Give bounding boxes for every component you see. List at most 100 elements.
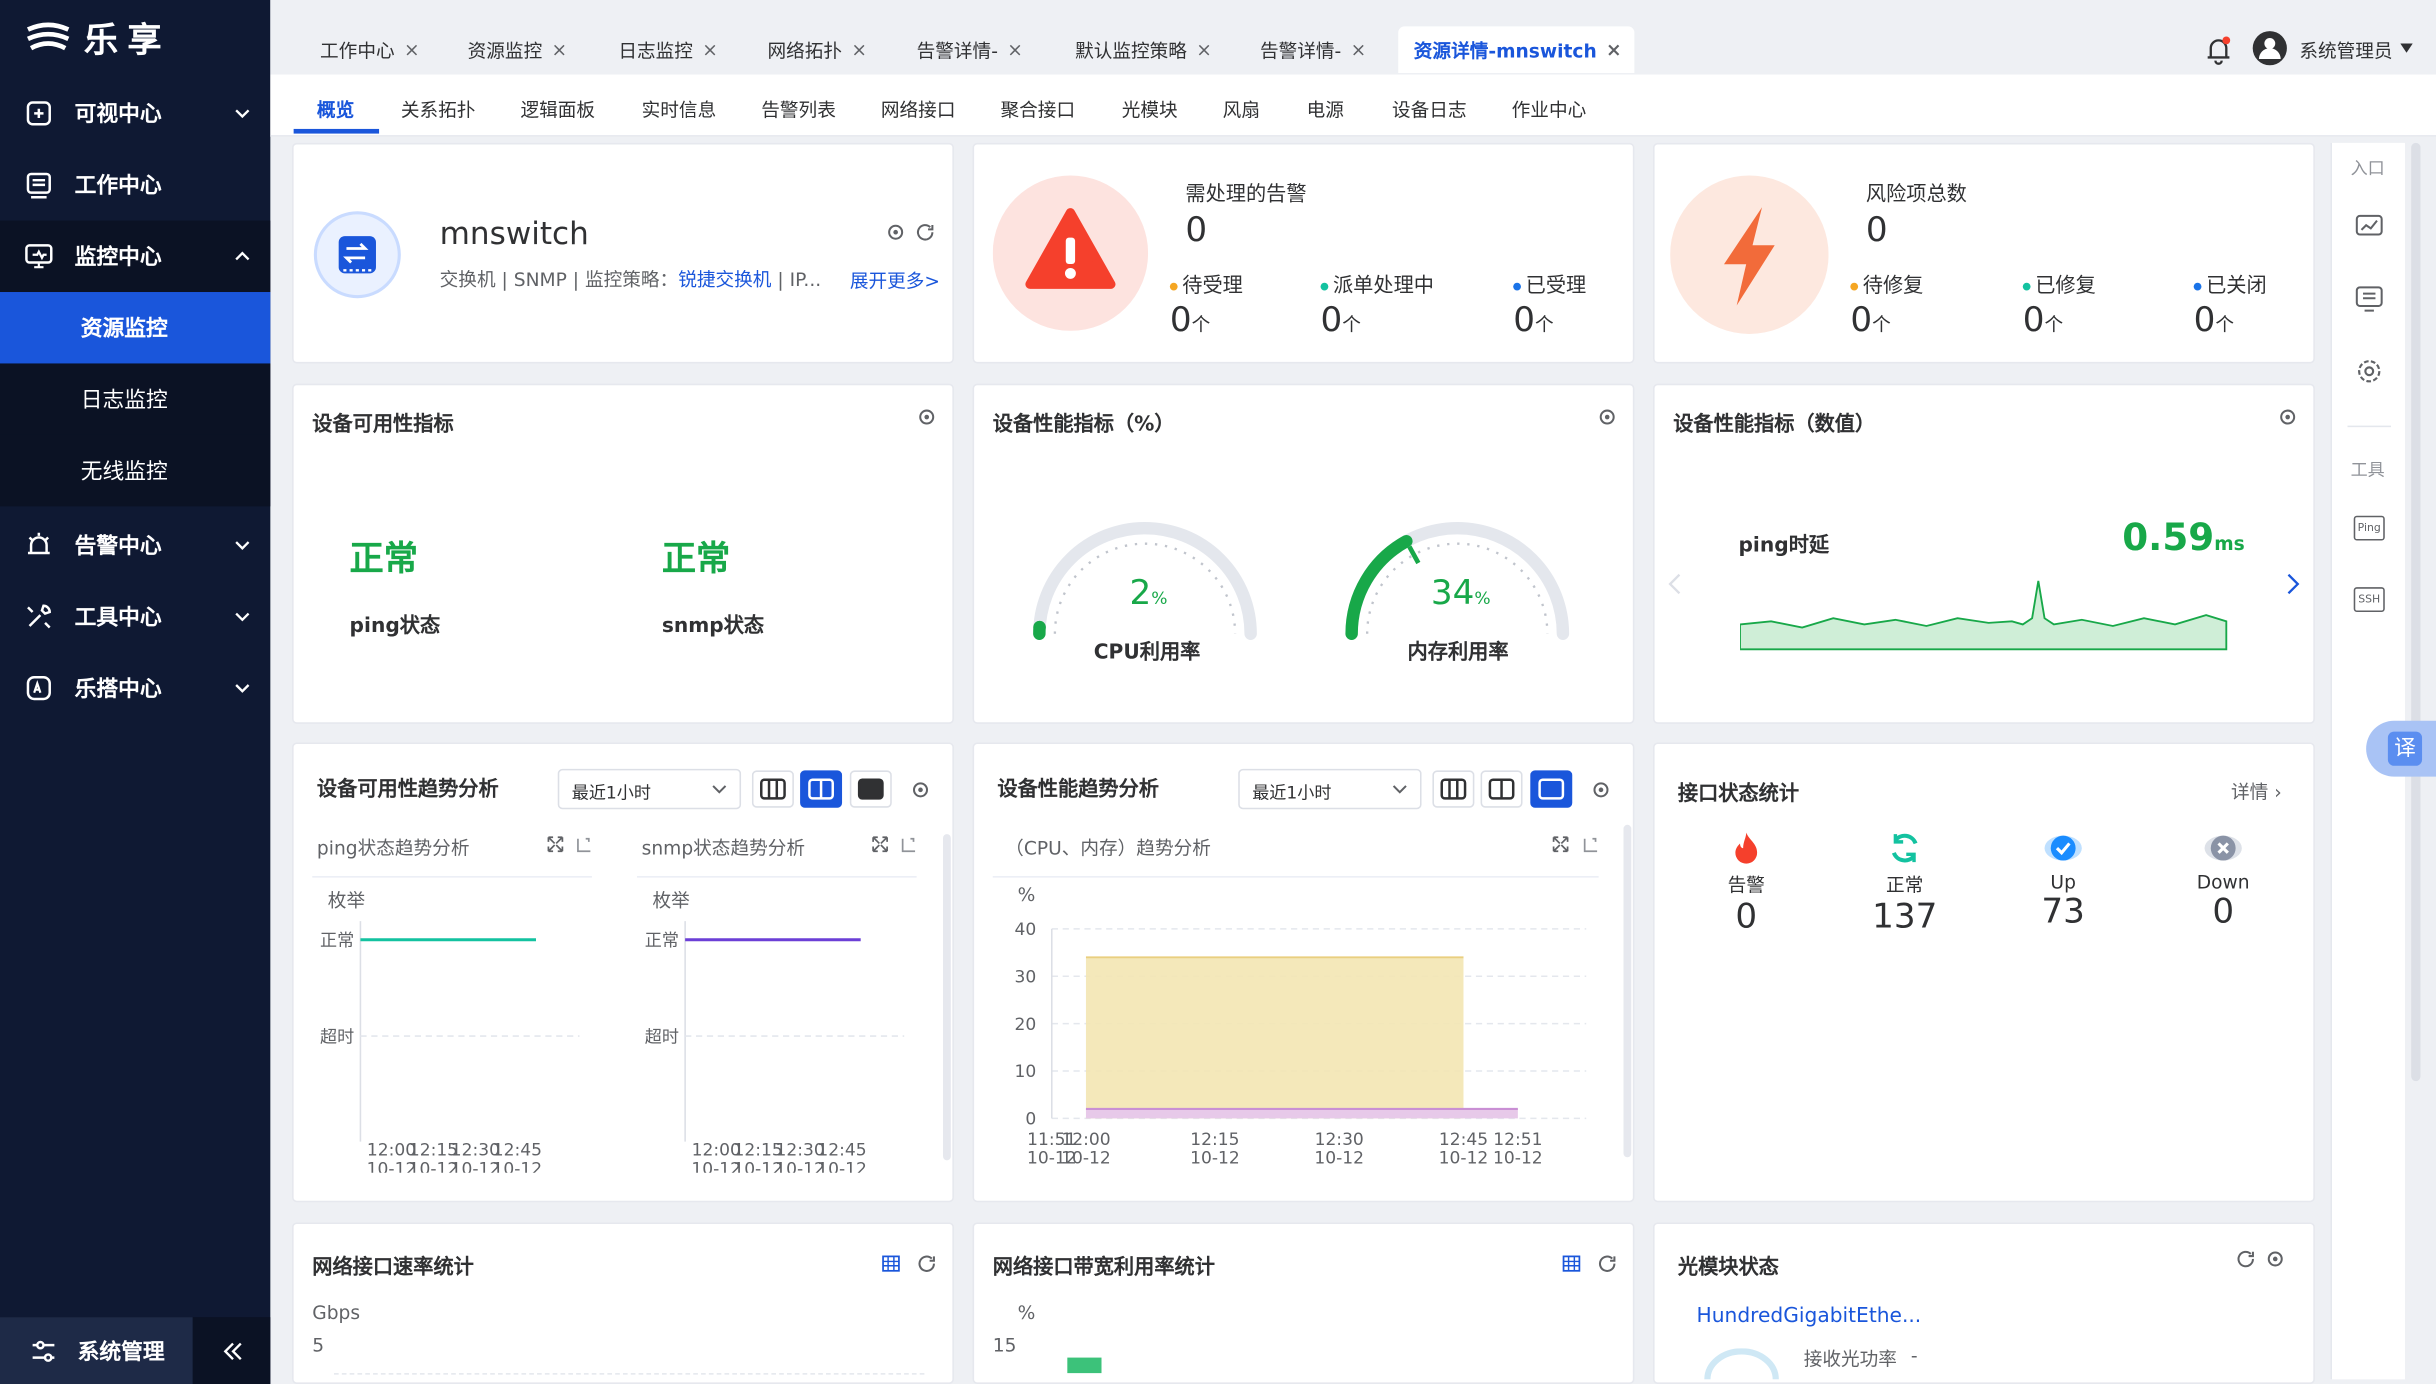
subtab-power[interactable]: 电源: [1307, 96, 1344, 122]
popout-icon[interactable]: [573, 834, 593, 854]
performance-range-select[interactable]: 最近1小时: [1238, 768, 1422, 810]
iface-stat-normal[interactable]: 正常 137: [1861, 831, 1948, 937]
tab-resource-detail[interactable]: 资源详情-mnswitch ×: [1398, 26, 1635, 74]
gear-icon[interactable]: [1591, 780, 1611, 800]
translate-button[interactable]: 译: [2366, 720, 2436, 777]
subtab-aggregate-interface[interactable]: 聚合接口: [1001, 96, 1076, 122]
refresh-icon[interactable]: [917, 1254, 937, 1274]
layout-2col-button[interactable]: [1480, 770, 1523, 808]
layout-1col-button[interactable]: [1530, 770, 1573, 808]
iface-stat-down[interactable]: Down 0: [2180, 831, 2267, 932]
availability-range-select[interactable]: 最近1小时: [557, 768, 742, 810]
sidebar: 乐享 可视中心 工作中心 监控中心 资源监控 日志监控 无线监控 告警中心 工具…: [0, 0, 271, 1384]
settings-icon[interactable]: [2354, 356, 2385, 387]
close-icon[interactable]: ×: [702, 39, 718, 61]
gear-icon[interactable]: [2278, 407, 2298, 427]
tab-alarm-detail-2[interactable]: 告警详情- ×: [1244, 26, 1366, 73]
page-scrollbar[interactable]: [2411, 142, 2421, 1082]
user-avatar[interactable]: [2252, 31, 2287, 66]
nav-tools[interactable]: 工具中心: [0, 581, 270, 652]
close-icon[interactable]: ×: [404, 39, 420, 61]
ping-status-label: ping状态: [349, 615, 441, 639]
ping-latency-value: 0.59ms: [2122, 516, 2245, 559]
refresh-icon[interactable]: [1597, 1254, 1617, 1274]
layout-1col-button[interactable]: [849, 770, 892, 808]
optical-port-link[interactable]: HundredGigabitEthe...: [1697, 1305, 1922, 1328]
subtab-logic-panel[interactable]: 逻辑面板: [520, 96, 595, 122]
gear-icon[interactable]: [2265, 1249, 2285, 1269]
close-icon[interactable]: ×: [851, 39, 867, 61]
subtab-overview[interactable]: 概览: [317, 96, 354, 122]
expand-icon[interactable]: [1550, 834, 1570, 854]
subtab-realtime-info[interactable]: 实时信息: [642, 96, 717, 122]
chevron-right-icon[interactable]: [2285, 572, 2301, 597]
nav-sub-log-label: 日志监控: [80, 388, 168, 414]
nav-visual[interactable]: 可视中心: [0, 78, 270, 149]
refresh-icon[interactable]: [2236, 1249, 2256, 1269]
system-management-button[interactable]: 系统管理: [0, 1317, 193, 1384]
subtab-fan[interactable]: 风扇: [1223, 96, 1260, 122]
nav-sub-wireless[interactable]: 无线监控: [0, 434, 271, 507]
table-icon[interactable]: [1561, 1254, 1581, 1274]
subtab-device-log[interactable]: 设备日志: [1392, 96, 1467, 122]
iface-stat-alarm[interactable]: 告警 0: [1703, 831, 1790, 937]
nav-alarm[interactable]: 告警中心: [0, 509, 270, 580]
gear-icon[interactable]: [910, 780, 930, 800]
layout-2col-button[interactable]: [800, 770, 843, 808]
refresh-icon[interactable]: [915, 222, 935, 242]
screen-list-icon[interactable]: [2354, 284, 2385, 315]
close-icon[interactable]: ×: [1196, 39, 1212, 61]
scrollbar[interactable]: [943, 834, 951, 1161]
close-icon[interactable]: ×: [1007, 39, 1023, 61]
table-icon[interactable]: [881, 1254, 901, 1274]
bandwidth-usage-card: 网络接口带宽利用率统计 % 15: [972, 1222, 1635, 1384]
nav-work[interactable]: 工作中心: [0, 149, 270, 220]
app-logo[interactable]: 乐享: [25, 16, 171, 61]
subtab-network-interface[interactable]: 网络接口: [881, 96, 956, 122]
popout-icon[interactable]: [898, 834, 918, 854]
tab-work-center[interactable]: 工作中心 ×: [305, 26, 420, 73]
user-name[interactable]: 系统管理员: [2299, 37, 2392, 63]
ping-trend-chart: 正常超时12:0010-1212:1510-1212:3010-1212:451…: [320, 921, 580, 1173]
cpu-gauge-needle: [1033, 620, 1046, 634]
tab-default-policy[interactable]: 默认监控策略 ×: [1060, 26, 1212, 73]
ping-tool-icon[interactable]: Ping: [2353, 515, 2385, 541]
tab-log-monitor[interactable]: 日志监控 ×: [603, 26, 718, 73]
expand-icon[interactable]: [870, 834, 890, 854]
expand-icon[interactable]: [545, 834, 565, 854]
chart-monitor-icon[interactable]: [2354, 211, 2385, 242]
nav-monitor[interactable]: 监控中心: [0, 220, 271, 293]
iface-stat-up[interactable]: Up 73: [2020, 831, 2107, 932]
nav-sub-resource[interactable]: 资源监控: [0, 292, 271, 364]
gear-icon[interactable]: [917, 407, 937, 427]
tab-alarm-detail[interactable]: 告警详情- ×: [901, 26, 1023, 73]
close-icon[interactable]: ×: [552, 39, 568, 61]
close-icon[interactable]: ×: [1606, 39, 1622, 61]
gear-icon[interactable]: [1597, 407, 1617, 427]
chevron-left-icon[interactable]: [1667, 572, 1683, 597]
tab-topology[interactable]: 网络拓扑 ×: [752, 26, 867, 73]
collapse-sidebar-icon[interactable]: [218, 1336, 249, 1367]
system-management-label: 系统管理: [77, 1339, 165, 1365]
chevron-down-icon: [235, 684, 250, 693]
subtab-job-center[interactable]: 作业中心: [1512, 96, 1587, 122]
tab-label: 告警详情-: [916, 39, 998, 62]
nav-builder[interactable]: 乐搭中心: [0, 652, 270, 723]
notification-bell-icon[interactable]: [2203, 34, 2234, 65]
scrollbar[interactable]: [1623, 824, 1632, 1158]
layout-3col-button[interactable]: [751, 770, 794, 808]
tab-resource-monitor[interactable]: 资源监控 ×: [452, 26, 568, 73]
gear-icon[interactable]: [886, 222, 906, 242]
ssh-tool-icon[interactable]: SSH: [2353, 587, 2385, 613]
close-icon[interactable]: ×: [1351, 39, 1367, 61]
nav-sub-log[interactable]: 日志监控: [0, 363, 271, 435]
subtab-optical-module[interactable]: 光模块: [1122, 96, 1178, 122]
caret-down-icon[interactable]: [2400, 43, 2413, 53]
expand-more-link[interactable]: 展开更多>: [850, 267, 940, 293]
subtab-relation-topology[interactable]: 关系拓扑: [401, 96, 476, 122]
layout-3col-button[interactable]: [1432, 770, 1475, 808]
interface-detail-link[interactable]: 详情 ›: [2231, 778, 2282, 804]
subtab-alarm-list[interactable]: 告警列表: [761, 96, 836, 122]
popout-icon[interactable]: [1580, 834, 1600, 854]
device-policy-link[interactable]: 锐捷交换机: [678, 269, 771, 291]
